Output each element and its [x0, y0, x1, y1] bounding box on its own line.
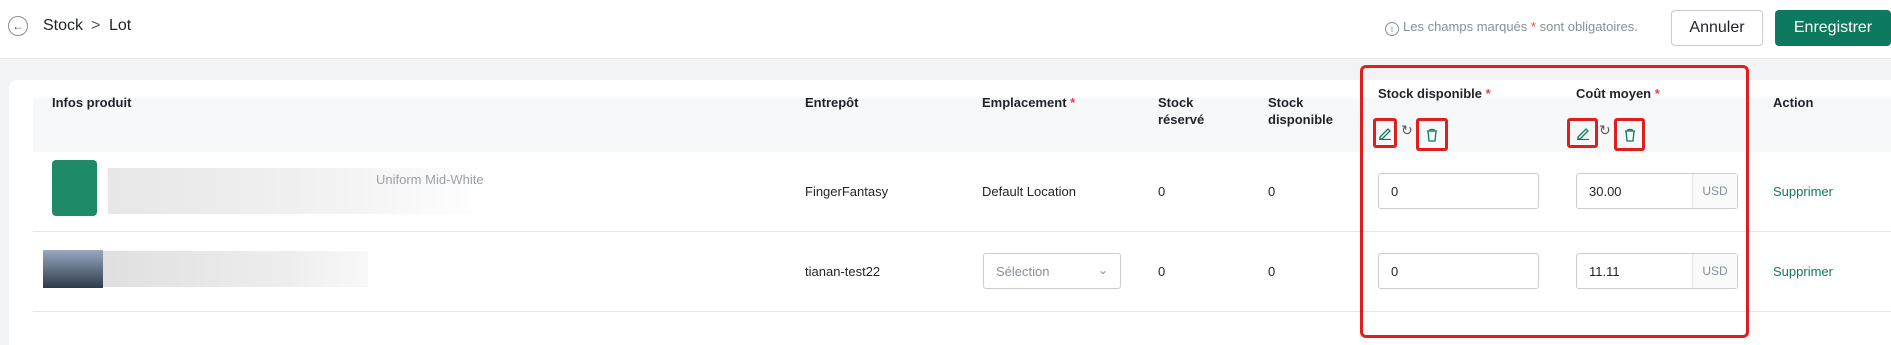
table-header [33, 98, 1891, 152]
row-divider [33, 231, 1891, 232]
col-avg-cost: Coût moyen * [1576, 86, 1660, 101]
reserved-cell: 0 [1158, 184, 1166, 199]
row-divider [33, 311, 1891, 312]
col-available-edit: Stock disponible * [1378, 86, 1491, 101]
breadcrumb-separator: > [91, 17, 101, 34]
reserved-cell: 0 [1158, 264, 1166, 279]
available-stock-input[interactable]: 0 [1378, 253, 1539, 289]
available-cell: 0 [1268, 264, 1276, 279]
product-name: Uniform Mid-White [376, 172, 484, 187]
delete-link[interactable]: Supprimer [1773, 264, 1833, 279]
reset-icon[interactable]: ↻ [1401, 122, 1413, 139]
required-fields-hint: i Les champs marqués * sont obligatoires. [1385, 19, 1638, 36]
reset-icon[interactable]: ↻ [1599, 122, 1611, 139]
breadcrumb-current: Lot [109, 17, 132, 34]
delete-link[interactable]: Supprimer [1773, 184, 1833, 199]
avg-cost-input[interactable]: 11.11 USD [1576, 253, 1738, 289]
chevron-down-icon: ⌄ [1097, 263, 1108, 277]
save-button[interactable]: Enregistrer [1775, 10, 1891, 46]
arrow-left-icon: ← [12, 19, 24, 33]
bulk-delete-available-button[interactable] [1416, 118, 1448, 151]
warehouse-cell: tianan-test22 [805, 264, 881, 279]
warehouse-cell: FingerFantasy [805, 184, 889, 199]
location-cell: Default Location [982, 184, 1076, 199]
cancel-button[interactable]: Annuler [1671, 10, 1763, 46]
back-button[interactable]: ← [8, 16, 28, 36]
location-select[interactable]: Sélection ⌄ [983, 253, 1121, 289]
bulk-edit-available-button[interactable] [1373, 118, 1397, 148]
edit-icon [1379, 128, 1391, 140]
avg-cost-input[interactable]: 30.00 USD [1576, 173, 1738, 209]
col-warehouse: Entrepôt [805, 95, 859, 110]
col-reserved: Stock réservé [1158, 95, 1205, 127]
trash-icon [1624, 128, 1635, 142]
trash-icon [1427, 128, 1437, 142]
breadcrumb-stock[interactable]: Stock [43, 17, 83, 35]
product-thumbnail [52, 160, 97, 216]
col-location: Emplacement * [982, 95, 1076, 110]
bulk-edit-cost-button[interactable] [1567, 118, 1598, 148]
bulk-delete-cost-button[interactable] [1614, 118, 1645, 151]
col-action: Action [1773, 95, 1814, 110]
available-cell: 0 [1268, 184, 1276, 199]
currency-suffix: USD [1692, 174, 1737, 208]
top-bar: ← Stock > Lot i Les champs marqués * sont… [0, 0, 1891, 59]
edit-icon [1576, 128, 1589, 140]
col-available: Stock disponible [1268, 95, 1333, 127]
available-stock-input[interactable]: 0 [1378, 173, 1539, 209]
info-icon: i [1385, 22, 1399, 36]
product-info-blurred [103, 251, 368, 287]
currency-suffix: USD [1692, 254, 1737, 288]
product-thumbnail [43, 250, 103, 288]
col-product: Infos produit [52, 95, 132, 110]
